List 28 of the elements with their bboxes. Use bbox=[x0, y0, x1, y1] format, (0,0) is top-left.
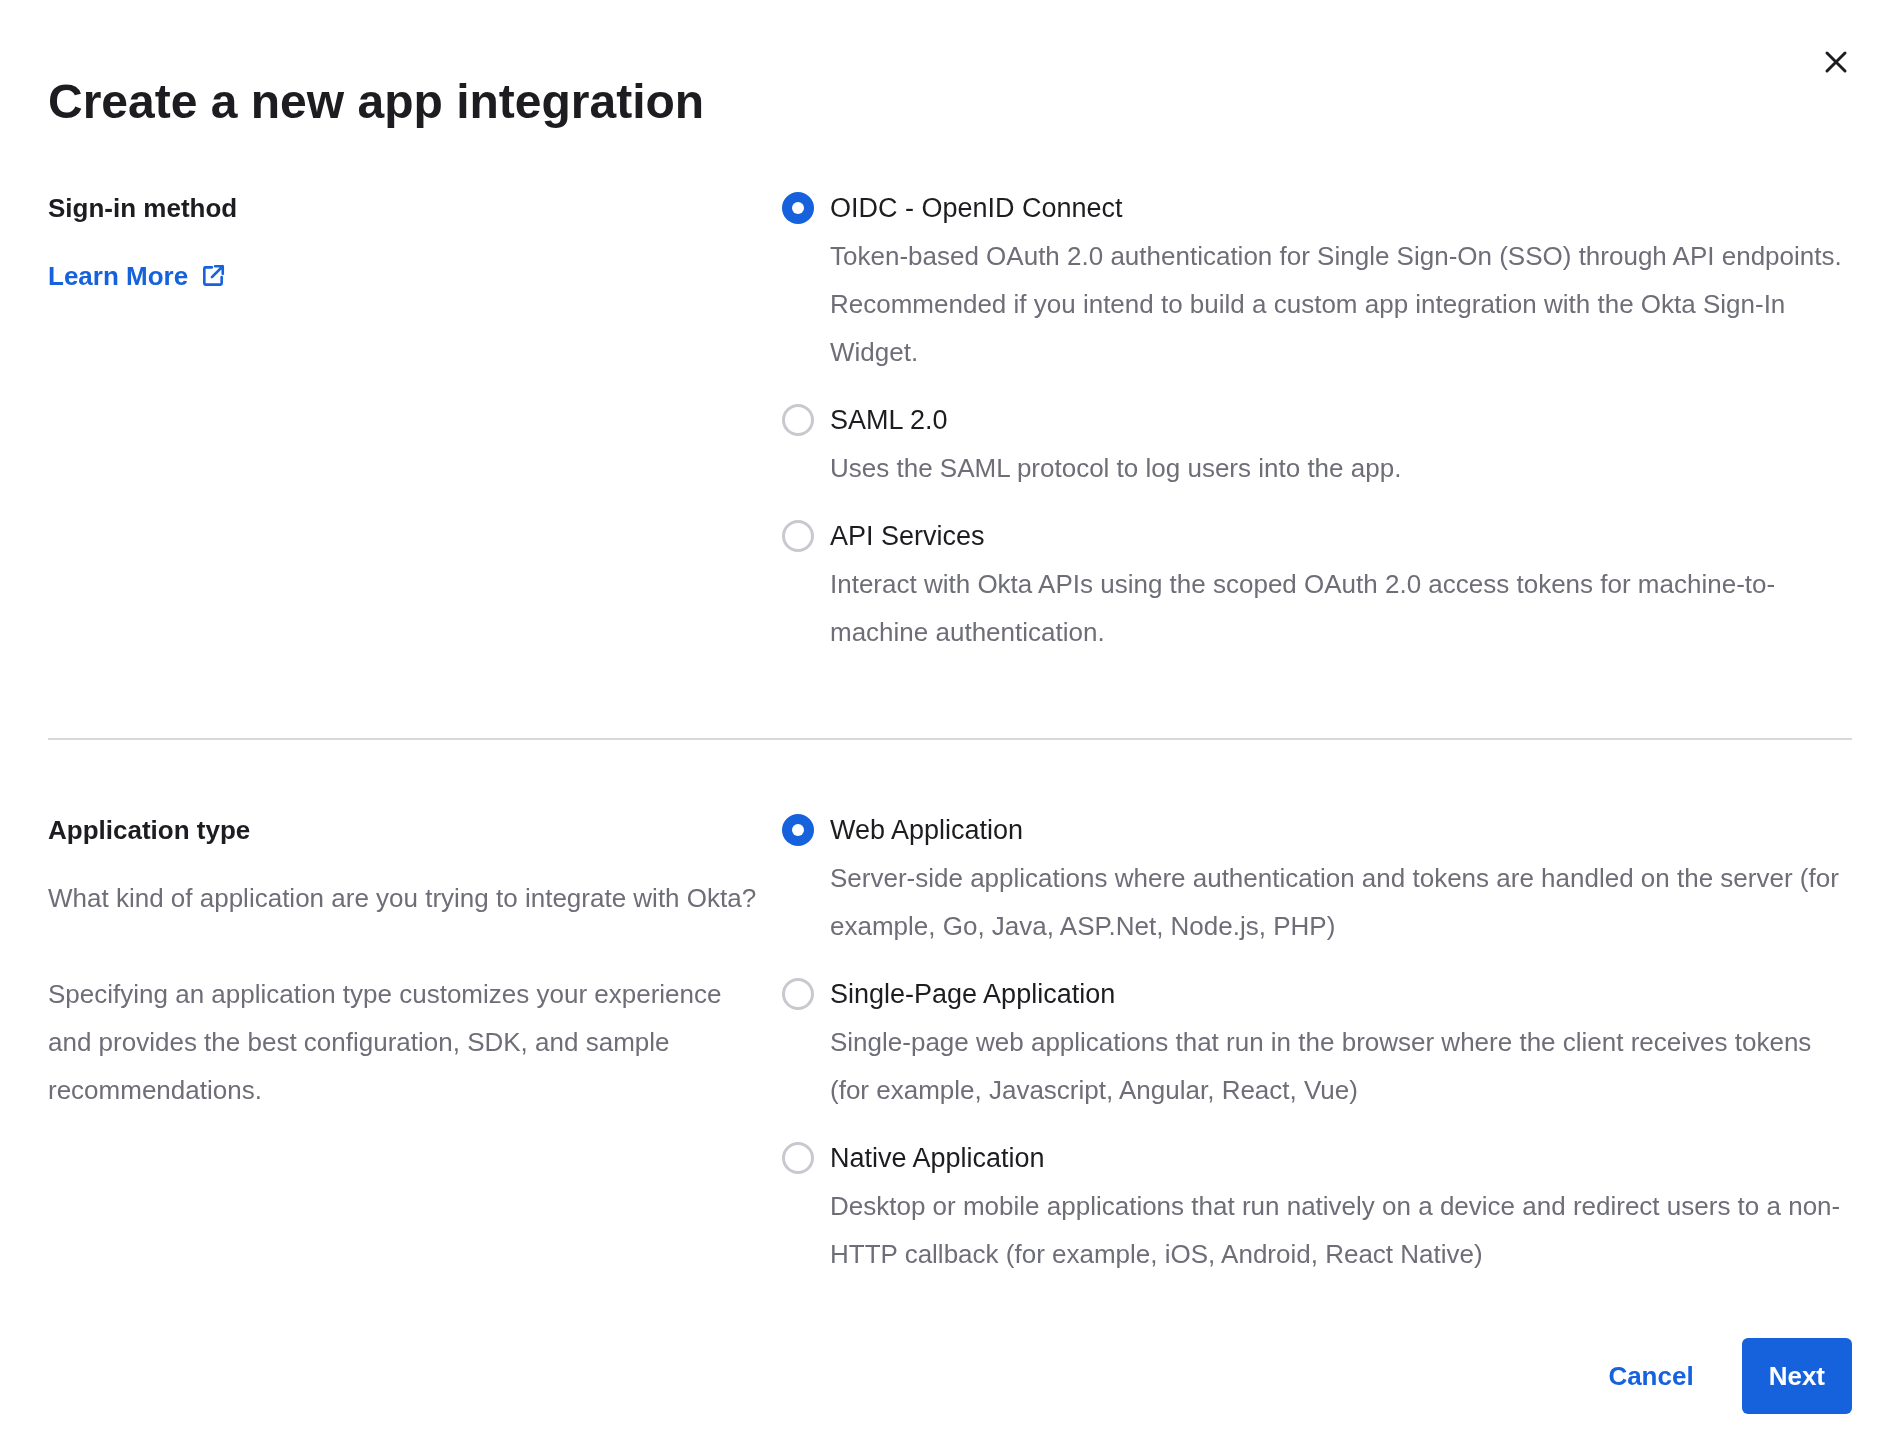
radio-button[interactable] bbox=[782, 520, 814, 552]
option-label[interactable]: Web Application bbox=[830, 806, 1852, 854]
option-label[interactable]: Single-Page Application bbox=[830, 970, 1852, 1018]
option-description: Server-side applications where authentication and tokens are handled on the server (for example, Go, Java, ASP.Net, Node.js, PHP) bbox=[830, 862, 1840, 943]
section-label: Sign-in method bbox=[48, 192, 239, 225]
radio-button[interactable] bbox=[782, 192, 814, 224]
radio-button[interactable] bbox=[782, 404, 814, 436]
dialog-title: Create a new app integration bbox=[48, 74, 705, 130]
section-description: What kind of application are you trying to integrate with Okta? bbox=[48, 882, 758, 915]
radio-button[interactable] bbox=[782, 814, 814, 846]
section-description: Specifying an application type customizes your experience and provides the best configuration, SDK, and sample recommendations. bbox=[48, 978, 723, 1107]
close-icon bbox=[1824, 50, 1848, 74]
option-label[interactable]: API Services bbox=[830, 512, 1852, 560]
option-description: Single-page web applications that run in the browser where the client receives tokens (for example, Javascript, Angular, React, Vue) bbox=[830, 1026, 1813, 1107]
option-label[interactable]: Native Application bbox=[830, 1134, 1852, 1182]
section-label: Application type bbox=[48, 814, 252, 847]
cancel-button[interactable]: Cancel bbox=[1608, 1352, 1694, 1400]
next-button[interactable]: Next bbox=[1741, 1338, 1852, 1414]
option-description: Token-based OAuth 2.0 authentication for Single Sign-On (SSO) through API endpoints. Recommended if you intend to build a custom app integration with the Okta Sign-In Widget. bbox=[830, 240, 1843, 369]
radio-button[interactable] bbox=[782, 978, 814, 1010]
option-label[interactable]: OIDC - OpenID Connect bbox=[830, 184, 1852, 232]
option-description: Uses the SAML protocol to log users into the app. bbox=[830, 452, 1403, 485]
learn-more-link[interactable]: Learn More bbox=[48, 252, 227, 300]
option-description: Interact with Okta APIs using the scoped OAuth 2.0 access tokens for machine-to-machine authentication. bbox=[830, 568, 1777, 649]
option-label[interactable]: SAML 2.0 bbox=[830, 396, 1852, 444]
option-description: Desktop or mobile applications that run natively on a device and redirect users to a non-HTTP callback (for example, iOS, Android, React Native) bbox=[830, 1190, 1842, 1271]
radio-button[interactable] bbox=[782, 1142, 814, 1174]
external-link-icon bbox=[200, 263, 227, 289]
